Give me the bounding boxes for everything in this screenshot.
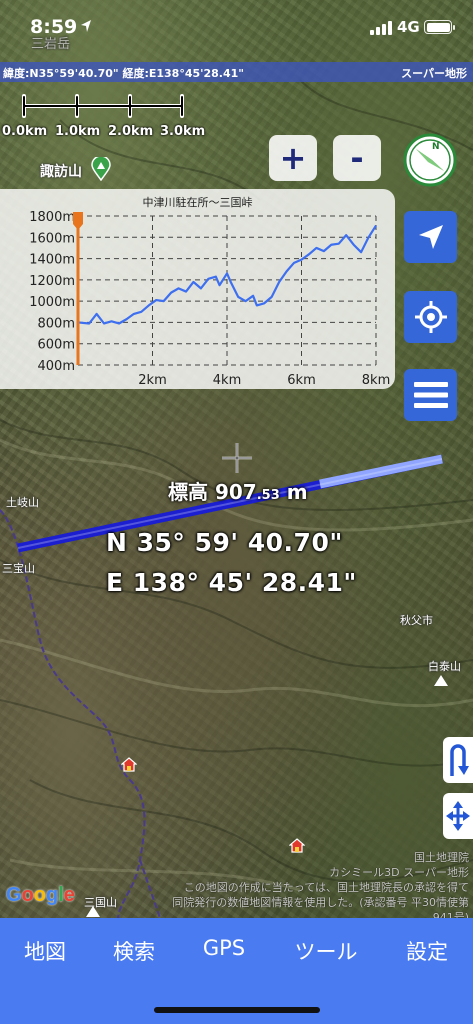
scale-label: 0.0km [2,124,48,139]
tab-gps[interactable]: GPS [184,936,264,960]
x-tick-label: 4km [213,373,241,388]
attribution-line: カシミール3D スーパー地形 [329,866,469,879]
tab-map[interactable]: 地図 [5,936,85,966]
current-location-button[interactable] [404,291,457,343]
map-attribution: 国土地理院 カシミール3D スーパー地形 この地図の作成に当たっては、国土地理院… [169,850,469,918]
home-indicator [154,1007,320,1013]
compass-icon[interactable]: N [402,133,458,187]
elevation-decimal: .53 [256,488,280,503]
y-tick-label: 1400m [29,253,75,268]
app-title: スーパー地形 [401,67,467,80]
location-arrow-icon [81,20,91,32]
attribution-line: この地図の作成に当たっては、国土地理院長の承認を得て [183,881,469,894]
tab-settings[interactable]: 設定 [387,936,467,966]
elevation-profile-chart: 400m 600m 800m 1000m 1200m 1400m 1600m 1800m 2km… [29,210,390,388]
place-label: 諏訪山 [40,164,82,180]
zoom-out-button[interactable]: - [333,135,381,181]
longitude-readout: E 138° 45' 28.41" [106,568,357,597]
map-view[interactable]: 8:59 4G 緯度:N35°59'40.70" 経度:E138°45'28.4… [0,0,473,918]
status-bar: 8:59 4G [0,0,473,58]
elevation-value: 907 [214,480,257,504]
cellular-signal-icon [370,21,392,35]
svg-text:N: N [432,142,440,152]
x-tick-label: 2km [138,373,166,388]
peak-triangle-icon [434,675,448,686]
scale-label: 3.0km [160,124,206,139]
battery-icon [424,20,455,34]
elevation-label: 標高 [168,480,208,504]
u-turn-arrow-icon [450,744,469,776]
y-tick-label: 600m [38,338,75,353]
google-logo: Google [6,884,75,906]
y-tick-label: 1000m [29,295,75,310]
tab-tools[interactable]: ツール [286,936,366,966]
attribution-line: 同院発行の数値地図情報を使用した。(承認番号 平30情使第941号) [172,896,469,918]
scale-bar: 0.0km 1.0km 2.0km 3.0km [0,90,210,140]
y-tick-label: 800m [38,316,75,331]
y-tick-label: 1200m [29,274,75,289]
menu-button[interactable] [404,369,457,421]
x-tick-label: 6km [287,373,315,388]
peak-triangle-icon [86,906,100,917]
elevation-unit: m [286,480,308,504]
pan-move-button[interactable] [443,793,473,839]
y-tick-label: 400m [38,359,75,374]
place-label: 秋父市 [400,614,433,627]
network-type: 4G [397,18,420,36]
y-tick-label: 1600m [29,231,75,246]
header-coordinates: 緯度:N35°59'40.70" 経度:E138°45'28.41" [3,67,245,80]
u-turn-button[interactable] [443,737,473,783]
map-pin-icon[interactable] [91,157,111,181]
scale-label: 1.0km [55,124,101,139]
scale-bar-graphic [22,94,184,118]
navigate-button[interactable] [404,211,457,263]
tab-search[interactable]: 検索 [94,936,174,966]
hamburger-menu-icon [413,382,448,408]
place-label: 白泰山 [428,660,461,673]
elevation-readout: 標高 907.53 m [168,476,308,505]
position-marker-flag [73,212,83,230]
x-tick-label: 8km [362,373,390,388]
latitude-readout: N 35° 59' 40.70" [106,528,343,557]
elevation-profile-panel[interactable]: 中津川駐在所〜三国峠 400m 600m 800m 1000m 1200m 1400m 16… [0,189,395,389]
attribution-line: 国土地理院 [414,851,469,864]
crosshair-target-icon [414,301,447,333]
scale-label: 2.0km [108,124,154,139]
mountain-hut-icon[interactable] [121,757,137,772]
place-label: 土岐山 [6,496,39,509]
place-label: 三岩岳 [31,37,71,52]
move-arrows-icon [446,801,470,831]
coordinate-header: 緯度:N35°59'40.70" 経度:E138°45'28.41" スーパー地… [0,62,473,82]
map-center-crosshair-icon [222,443,252,473]
y-tick-label: 1800m [29,210,75,225]
place-label: 三宝山 [2,562,35,575]
navigation-arrow-icon [418,225,443,249]
zoom-in-button[interactable]: + [269,135,317,181]
